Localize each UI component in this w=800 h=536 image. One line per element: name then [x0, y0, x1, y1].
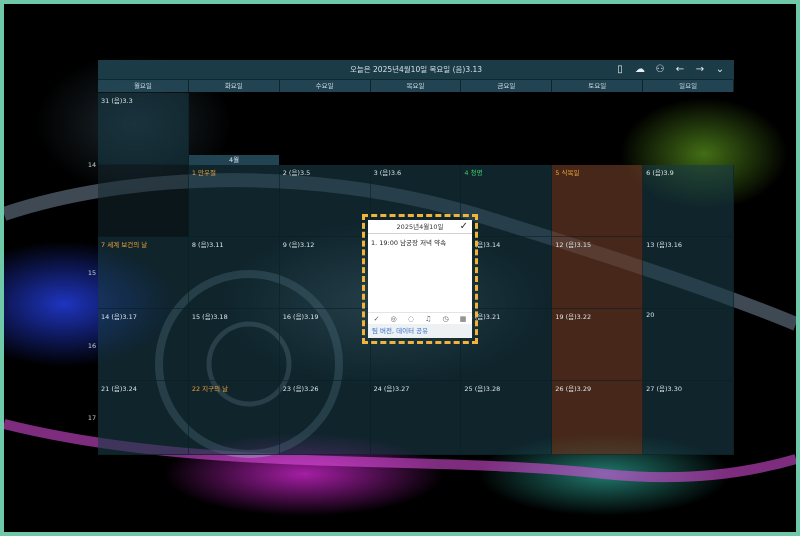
- day-label: 7 세계 보건의 날: [101, 241, 148, 249]
- speech-bubble-icon[interactable]: ◌: [408, 315, 414, 323]
- day-cell[interactable]: 24 (음)3.27: [370, 381, 462, 455]
- weekday-sun: 일요일: [643, 80, 735, 92]
- day-cell[interactable]: 12 (음)3.15: [552, 237, 644, 309]
- popup-body: 2025년4월10일 ✓ 1. 19:00 남궁장 저녁 약속 ✓ ◎ ◌ ♫ …: [368, 220, 472, 338]
- team-share-link[interactable]: 팀 버전, 데이터 공유: [368, 324, 472, 338]
- day-cell[interactable]: 23 (음)3.26: [279, 381, 371, 455]
- day-label: 22 지구의 날: [191, 385, 229, 393]
- popup-toolbar: ✓ ◎ ◌ ♫ ◷ ▦: [368, 312, 472, 324]
- day-cell[interactable]: 20: [643, 309, 734, 381]
- calendar-window: 오늘은 2025년4월10일 목요일 (음)3.13 ▯ ☁ ⚇ ← → ⌄ 월…: [98, 60, 735, 92]
- weekday-fri: 금요일: [461, 80, 553, 92]
- day-label: 3 (음)3.6: [373, 169, 402, 177]
- day-label: 1 만우절: [191, 169, 216, 177]
- day-label: 16 (음)3.19: [282, 313, 319, 321]
- day-label: 4 청명: [464, 169, 483, 177]
- weekday-mon: 월요일: [98, 80, 189, 92]
- day-cell[interactable]: 8 (음)3.11: [188, 237, 280, 309]
- day-label: 9 (음)3.12: [282, 241, 315, 249]
- day-label: 25 (음)3.28: [464, 385, 501, 393]
- weekday-sat: 토요일: [552, 80, 644, 92]
- cloud-icon[interactable]: ☁: [630, 60, 650, 79]
- arrow-left-icon[interactable]: ←: [670, 60, 690, 79]
- week-number: 14: [87, 161, 97, 169]
- day-cell[interactable]: 9 (음)3.12: [279, 237, 371, 309]
- day-label: 6 (음)3.9: [646, 169, 674, 177]
- day-cell[interactable]: 5 식목일: [552, 165, 644, 237]
- day-cell[interactable]: 2 (음)3.5: [279, 165, 371, 237]
- tablet-icon[interactable]: ▯: [610, 60, 630, 79]
- day-cell[interactable]: 19 (음)3.22: [552, 309, 644, 381]
- day-cell[interactable]: 25 (음)3.28: [461, 381, 553, 455]
- day-label: 20: [646, 311, 655, 319]
- day-cell[interactable]: 13 (음)3.16: [643, 237, 734, 309]
- user-icon[interactable]: ⚇: [650, 60, 670, 79]
- palette-icon[interactable]: ◎: [391, 315, 397, 323]
- day-label: 15 (음)3.18: [191, 313, 228, 321]
- day-label: 23 (음)3.26: [282, 385, 319, 393]
- day-detail-popup: 2025년4월10일 ✓ 1. 19:00 남궁장 저녁 약속 ✓ ◎ ◌ ♫ …: [362, 214, 478, 344]
- popup-date: 2025년4월10일: [396, 223, 444, 231]
- day-label: 21 (음)3.24: [101, 385, 137, 393]
- weekday-thu: 목요일: [371, 80, 462, 92]
- day-cell[interactable]: 16 (음)3.19: [279, 309, 371, 381]
- day-cell[interactable]: 22 지구의 날: [188, 381, 280, 455]
- day-label: 14 (음)3.17: [101, 313, 137, 321]
- check-circle-icon[interactable]: ✓: [374, 315, 380, 323]
- day-label: 8 (음)3.11: [191, 241, 224, 249]
- day-label: 12 (음)3.15: [555, 241, 592, 249]
- day-label: 24 (음)3.27: [373, 385, 410, 393]
- day-cell[interactable]: 27 (음)3.30: [643, 381, 734, 455]
- day-label: 2 (음)3.5: [282, 169, 311, 177]
- day-cell[interactable]: 14 (음)3.17: [98, 309, 189, 381]
- calendar-header: 오늘은 2025년4월10일 목요일 (음)3.13 ▯ ☁ ⚇ ← → ⌄: [98, 60, 734, 79]
- calendar-icon[interactable]: ▦: [460, 315, 467, 323]
- day-label: 31 (음)3.3: [101, 97, 133, 105]
- day-cell[interactable]: 15 (음)3.18: [188, 309, 280, 381]
- day-label: 27 (음)3.30: [646, 385, 683, 393]
- weekday-header: 월요일 화요일 수요일 목요일 금요일 토요일 일요일: [98, 79, 735, 92]
- day-label: 13 (음)3.16: [646, 241, 683, 249]
- day-cell[interactable]: 1 만우절: [188, 165, 280, 237]
- chevron-down-icon[interactable]: ⌄: [710, 60, 730, 79]
- timer-icon[interactable]: ◷: [443, 315, 449, 323]
- popup-header: 2025년4월10일 ✓: [368, 220, 472, 234]
- day-label: 5 식목일: [555, 169, 580, 177]
- arrow-right-icon[interactable]: →: [690, 60, 710, 79]
- confirm-check-icon[interactable]: ✓: [460, 220, 468, 234]
- bell-icon[interactable]: ♫: [425, 315, 431, 323]
- event-item[interactable]: 1. 19:00 남궁장 저녁 약속: [368, 234, 472, 250]
- month-tag: 4월: [189, 155, 279, 165]
- weekday-wed: 수요일: [280, 80, 371, 92]
- day-cell[interactable]: 31 (음)3.3: [98, 93, 189, 165]
- day-label: 19 (음)3.22: [555, 313, 592, 321]
- day-cell[interactable]: 7 세계 보건의 날: [98, 237, 189, 309]
- day-cell[interactable]: 21 (음)3.24: [98, 381, 189, 455]
- weekday-tue: 화요일: [189, 80, 280, 92]
- day-cell[interactable]: [98, 165, 189, 237]
- header-toolbar: ▯ ☁ ⚇ ← → ⌄: [610, 60, 730, 79]
- day-cell[interactable]: 6 (음)3.9: [643, 165, 734, 237]
- week-number: 17: [87, 414, 97, 422]
- week-number: 15: [87, 269, 97, 277]
- day-label: 26 (음)3.29: [555, 385, 592, 393]
- week-number: 16: [87, 342, 97, 350]
- day-cell[interactable]: 26 (음)3.29: [552, 381, 644, 455]
